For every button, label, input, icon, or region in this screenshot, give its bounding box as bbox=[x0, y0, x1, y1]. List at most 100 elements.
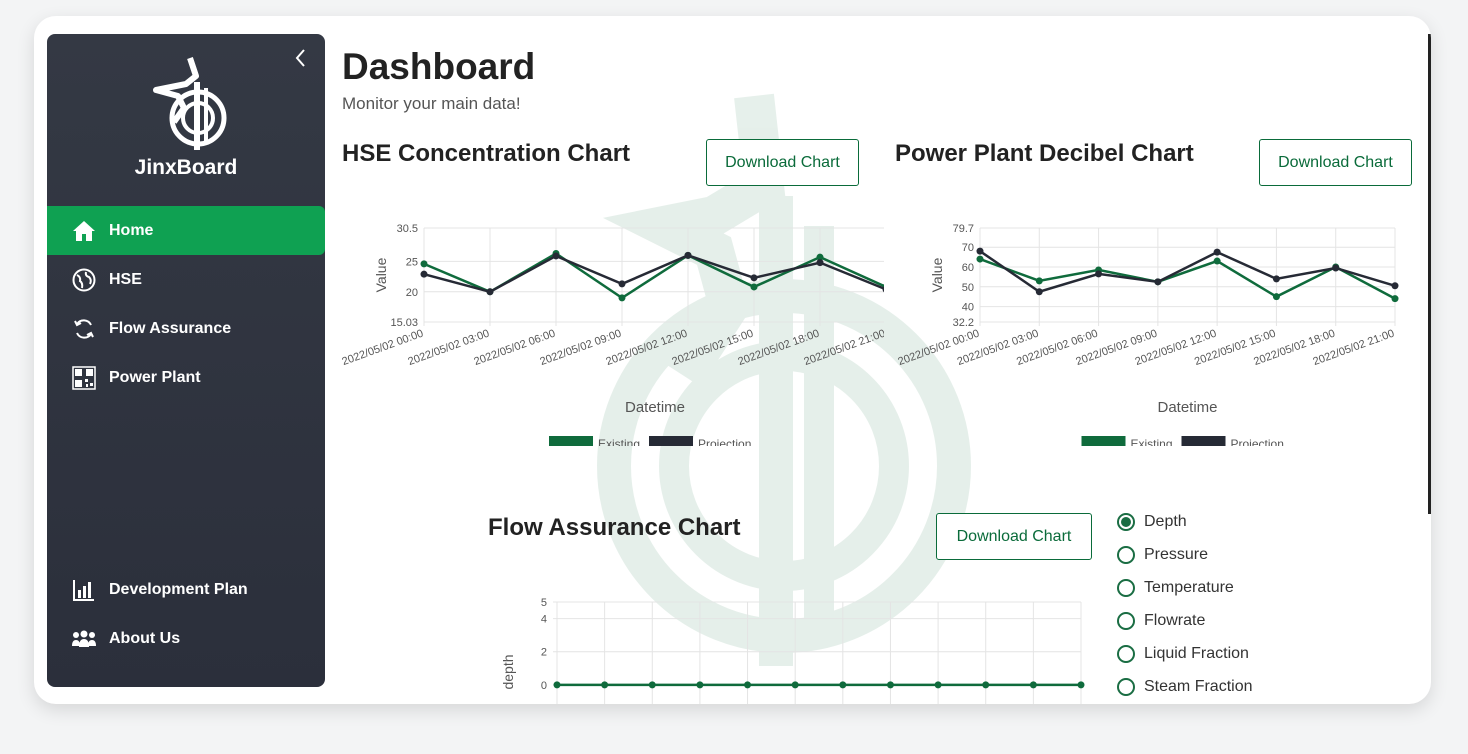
legend-label: Projection bbox=[698, 437, 751, 446]
y-tick-label: 0 bbox=[541, 680, 547, 692]
data-point bbox=[1272, 293, 1280, 301]
y-tick-label: 30.5 bbox=[397, 223, 418, 235]
radio-label: Depth bbox=[1144, 513, 1187, 530]
radio-circle bbox=[1117, 513, 1135, 531]
data-point bbox=[750, 283, 758, 291]
y-tick-label: 2 bbox=[541, 647, 547, 659]
data-point bbox=[1035, 277, 1043, 285]
chevron-left-icon[interactable] bbox=[291, 46, 311, 70]
page-title: Dashboard bbox=[342, 46, 536, 87]
refresh-icon bbox=[71, 316, 97, 342]
power-plant-decibel-chart: 79.77060504032.22022/05/02 00:002022/05/… bbox=[896, 223, 1399, 446]
data-point bbox=[976, 255, 984, 263]
radio-circle bbox=[1117, 645, 1135, 663]
hse-chart-title: HSE Concentration Chart bbox=[342, 140, 631, 167]
data-point bbox=[1029, 681, 1037, 689]
y-axis-title: depth bbox=[500, 654, 516, 689]
y-tick-label: 32.2 bbox=[953, 317, 974, 329]
y-tick-label: 5 bbox=[541, 597, 547, 609]
data-point bbox=[420, 260, 428, 268]
radio-flowrate[interactable]: Flowrate bbox=[1117, 612, 1205, 630]
x-axis-title: Datetime bbox=[625, 399, 685, 416]
legend-swatch bbox=[1181, 436, 1226, 446]
sidebar-item-hse[interactable]: HSE bbox=[47, 255, 325, 304]
jinxboard-logo bbox=[153, 57, 227, 150]
y-tick-label: 79.7 bbox=[953, 223, 974, 235]
radio-selected-dot bbox=[1121, 517, 1131, 527]
hse-concentration-chart: 30.5252015.032022/05/02 00:002022/05/02 … bbox=[340, 223, 884, 446]
data-point bbox=[1272, 275, 1280, 283]
y-axis-title: Value bbox=[373, 257, 389, 292]
radio-circle bbox=[1117, 612, 1135, 630]
data-point bbox=[744, 681, 752, 689]
y-tick-label: 40 bbox=[962, 302, 974, 314]
legend-label: Existing bbox=[598, 437, 640, 446]
globe-icon bbox=[71, 267, 97, 293]
radio-depth[interactable]: Depth bbox=[1117, 513, 1187, 531]
sidebar-item-label: Home bbox=[109, 221, 154, 239]
data-point bbox=[1391, 282, 1399, 290]
data-point bbox=[791, 681, 799, 689]
y-tick-label: 4 bbox=[541, 614, 547, 626]
y-tick-label: 15.03 bbox=[390, 317, 418, 329]
y-tick-label: 25 bbox=[406, 256, 418, 268]
data-point bbox=[1213, 257, 1221, 265]
home-icon bbox=[71, 218, 97, 244]
radio-circle bbox=[1117, 546, 1135, 564]
radio-pressure[interactable]: Pressure bbox=[1117, 546, 1208, 564]
flow-assurance-chart-title: Flow Assurance Chart bbox=[488, 514, 741, 541]
y-tick-label: 50 bbox=[962, 282, 974, 294]
data-point bbox=[816, 259, 824, 267]
data-point bbox=[1332, 264, 1340, 272]
radio-label: Pressure bbox=[1144, 546, 1209, 563]
sidebar-item-power-plant[interactable]: Power Plant bbox=[47, 353, 325, 402]
x-axis-title: Datetime bbox=[1157, 399, 1217, 416]
data-point bbox=[618, 280, 626, 288]
data-point bbox=[552, 252, 560, 260]
flow-assurance-download-button[interactable]: Download Chart bbox=[936, 513, 1092, 560]
radio-label: Temperature bbox=[1144, 579, 1234, 596]
radio-temperature[interactable]: Temperature bbox=[1117, 579, 1234, 597]
sidebar-item-flow-assurance[interactable]: Flow Assurance bbox=[47, 304, 325, 353]
legend-swatch bbox=[549, 436, 593, 446]
data-point bbox=[839, 681, 847, 689]
hse-download-button[interactable]: Download Chart bbox=[706, 139, 859, 186]
brand-name: JinxBoard bbox=[134, 156, 238, 179]
data-point bbox=[1035, 288, 1043, 296]
sidebar-item-development-plan[interactable]: Development Plan bbox=[47, 565, 325, 614]
data-point bbox=[1391, 295, 1399, 303]
y-tick-label: 70 bbox=[962, 242, 974, 254]
sidebar-item-label: HSE bbox=[109, 270, 142, 288]
sidebar-item-label: About Us bbox=[109, 629, 181, 647]
legend-label: Projection bbox=[1231, 437, 1284, 446]
sidebar-item-home[interactable]: Home bbox=[47, 206, 325, 255]
users-icon bbox=[71, 626, 97, 652]
scrollbar[interactable] bbox=[1428, 34, 1431, 514]
data-point bbox=[420, 270, 428, 278]
radio-label: Steam Fraction bbox=[1144, 678, 1253, 695]
radio-steam-fraction[interactable]: Steam Fraction bbox=[1117, 678, 1252, 696]
data-point bbox=[696, 681, 704, 689]
power-plant-chart-title: Power Plant Decibel Chart bbox=[895, 140, 1194, 167]
data-point bbox=[486, 288, 494, 296]
data-point bbox=[976, 247, 984, 255]
sidebar-item-about-us[interactable]: About Us bbox=[47, 614, 325, 663]
data-point bbox=[553, 681, 561, 689]
data-point bbox=[1077, 681, 1085, 689]
qr-icon bbox=[71, 365, 97, 391]
sidebar-item-label: Power Plant bbox=[109, 368, 201, 386]
radio-liquid-fraction[interactable]: Liquid Fraction bbox=[1117, 645, 1249, 663]
data-point bbox=[1154, 278, 1162, 286]
data-point bbox=[684, 251, 692, 259]
series-line-projection bbox=[423, 254, 884, 294]
sidebar: JinxBoard Home HSE Flow Assurance Power … bbox=[47, 34, 325, 687]
y-tick-label: 20 bbox=[406, 287, 418, 299]
radio-label: Liquid Fraction bbox=[1144, 645, 1249, 662]
y-axis-title: Value bbox=[929, 257, 945, 292]
data-point bbox=[934, 681, 942, 689]
data-point bbox=[886, 681, 894, 689]
power-plant-download-button[interactable]: Download Chart bbox=[1259, 139, 1412, 186]
data-point bbox=[1095, 270, 1103, 278]
radio-circle bbox=[1117, 678, 1135, 696]
data-point bbox=[648, 681, 656, 689]
